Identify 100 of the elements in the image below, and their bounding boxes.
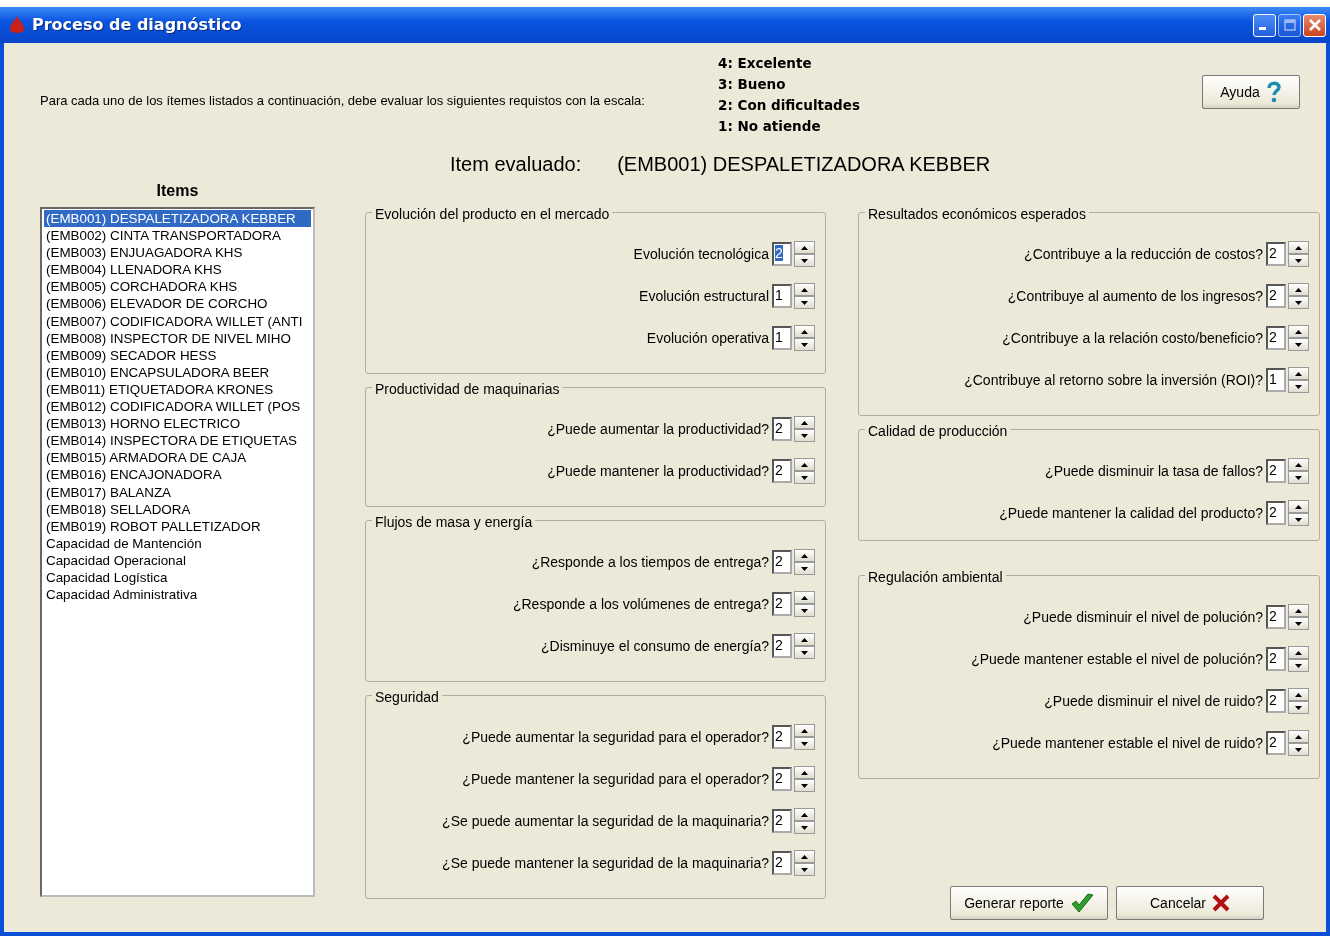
spin-up-button[interactable]	[1288, 500, 1309, 513]
spin-down-button[interactable]	[1288, 254, 1309, 267]
list-item[interactable]: Capacidad Administrativa	[44, 586, 311, 604]
list-item[interactable]: Capacidad de Mantención	[44, 534, 311, 552]
spin-down-button[interactable]	[1288, 338, 1309, 351]
spin-down-button[interactable]	[794, 779, 815, 792]
spin-up-button[interactable]	[794, 325, 815, 338]
list-item[interactable]: Capacidad Logística	[44, 568, 311, 587]
spin-up-button[interactable]	[794, 241, 815, 254]
spin-field[interactable]: 1	[1266, 368, 1286, 392]
spin-down-button[interactable]	[794, 737, 815, 750]
list-item[interactable]: (EMB019) ROBOT PALLETIZADOR	[44, 517, 311, 535]
spin-down-button[interactable]	[794, 604, 815, 617]
list-item[interactable]: (EMB001) DESPALETIZADORA KEBBER	[44, 210, 311, 228]
help-button[interactable]: Ayuda	[1202, 75, 1300, 109]
spin-field[interactable]: 2	[772, 851, 792, 875]
spin-up-button[interactable]	[794, 416, 815, 429]
spin-up-button[interactable]	[1288, 688, 1309, 701]
spin-down-button[interactable]	[1288, 701, 1309, 714]
up-arrow-icon	[1295, 504, 1302, 509]
close-button[interactable]	[1303, 13, 1326, 37]
spin-field[interactable]: 2	[772, 242, 792, 266]
spin-up-button[interactable]	[1288, 367, 1309, 380]
list-item[interactable]: Capacidad Operacional	[44, 551, 311, 569]
question-label: ¿Puede disminuir el nivel de polución?	[1023, 607, 1263, 627]
list-item[interactable]: (EMB009) SECADOR HESS	[44, 346, 311, 364]
spin-field[interactable]: 2	[1266, 284, 1286, 308]
question-label: ¿Puede mantener estable el nivel de polución?	[971, 649, 1263, 669]
spin-down-button[interactable]	[1288, 617, 1309, 630]
spin-down-button[interactable]	[794, 254, 815, 267]
list-item[interactable]: (EMB002) CINTA TRANSPORTADORA	[44, 227, 311, 245]
spin-down-button[interactable]	[794, 562, 815, 575]
spin-up-button[interactable]	[1288, 458, 1309, 471]
spin-field[interactable]: 1	[772, 284, 792, 308]
spin-up-button[interactable]	[794, 549, 815, 562]
spin-field[interactable]: 2	[1266, 459, 1286, 483]
spin-up-button[interactable]	[1288, 730, 1309, 743]
list-item[interactable]: (EMB003) ENJUAGADORA KHS	[44, 244, 311, 262]
cancel-button[interactable]: Cancelar	[1116, 886, 1264, 920]
spin-up-button[interactable]	[794, 850, 815, 863]
question-label: ¿Contribuye al retorno sobre la inversión (ROI)?	[964, 370, 1263, 390]
spin-field[interactable]: 2	[1266, 242, 1286, 266]
list-item[interactable]: (EMB016) ENCAJONADORA	[44, 466, 311, 484]
spin-down-button[interactable]	[1288, 743, 1309, 756]
spin-field[interactable]: 2	[772, 809, 792, 833]
spin-down-button[interactable]	[1288, 513, 1309, 526]
spin-field[interactable]: 2	[772, 725, 792, 749]
spin-field[interactable]: 2	[1266, 326, 1286, 350]
list-item[interactable]: (EMB010) ENCAPSULADORA BEER	[44, 363, 311, 381]
spin-down-button[interactable]	[1288, 471, 1309, 484]
spin-up-button[interactable]	[794, 591, 815, 604]
list-item[interactable]: (EMB011) ETIQUETADORA KRONES	[44, 380, 311, 399]
spin-field[interactable]: 2	[772, 634, 792, 658]
spin-down-button[interactable]	[1288, 296, 1309, 309]
spin-up-button[interactable]	[1288, 604, 1309, 617]
spin-up-button[interactable]	[1288, 646, 1309, 659]
spin-field[interactable]: 2	[772, 767, 792, 791]
spin-field[interactable]: 2	[772, 459, 792, 483]
spin-up-button[interactable]	[1288, 241, 1309, 254]
spin-down-button[interactable]	[1288, 659, 1309, 672]
spin-down-button[interactable]	[794, 429, 815, 442]
minimize-button[interactable]	[1253, 13, 1276, 37]
list-item[interactable]: (EMB014) INSPECTORA DE ETIQUETAS	[44, 432, 311, 450]
spin-field[interactable]: 2	[1266, 731, 1286, 755]
list-item[interactable]: (EMB007) CODIFICADORA WILLET (ANTI	[44, 312, 311, 330]
spin-up-button[interactable]	[794, 283, 815, 296]
list-item[interactable]: (EMB013) HORNO ELECTRICO	[44, 415, 311, 433]
spin-down-button[interactable]	[794, 338, 815, 351]
spin-down-button[interactable]	[794, 646, 815, 659]
list-item[interactable]: (EMB017) BALANZA	[44, 483, 311, 501]
spin-field[interactable]: 2	[1266, 605, 1286, 629]
list-item[interactable]: (EMB004) LLENADORA KHS	[44, 261, 311, 279]
generate-report-button[interactable]: Generar reporte	[950, 886, 1108, 920]
spin-field[interactable]: 2	[772, 550, 792, 574]
spin-up-button[interactable]	[1288, 283, 1309, 296]
spin-down-button[interactable]	[794, 296, 815, 309]
spin-down-button[interactable]	[794, 821, 815, 834]
spin-field[interactable]: 2	[1266, 647, 1286, 671]
question-label: ¿Puede aumentar la seguridad para el operador?	[462, 727, 769, 747]
spin-field[interactable]: 2	[1266, 689, 1286, 713]
list-item[interactable]: (EMB005) CORCHADORA KHS	[44, 278, 311, 296]
list-item[interactable]: (EMB012) CODIFICADORA WILLET (POS	[44, 398, 311, 416]
spin-down-button[interactable]	[794, 863, 815, 876]
spin-field[interactable]: 2	[772, 592, 792, 616]
spin-up-button[interactable]	[1288, 325, 1309, 338]
spin-up-button[interactable]	[794, 766, 815, 779]
spin-up-button[interactable]	[794, 724, 815, 737]
spin-up-button[interactable]	[794, 808, 815, 821]
spin-field[interactable]: 2	[772, 417, 792, 441]
check-icon	[1069, 892, 1094, 914]
spin-field[interactable]: 2	[1266, 501, 1286, 525]
spin-down-button[interactable]	[1288, 380, 1309, 393]
list-item[interactable]: (EMB006) ELEVADOR DE CORCHO	[44, 295, 311, 313]
spin-up-button[interactable]	[794, 458, 815, 471]
list-item[interactable]: (EMB018) SELLADORA	[44, 500, 311, 518]
spin-field[interactable]: 1	[772, 326, 792, 350]
list-item[interactable]: (EMB008) INSPECTOR DE NIVEL MIHO	[44, 329, 311, 347]
spin-down-button[interactable]	[794, 471, 815, 484]
spin-up-button[interactable]	[794, 633, 815, 646]
list-item[interactable]: (EMB015) ARMADORA DE CAJA	[44, 449, 311, 467]
